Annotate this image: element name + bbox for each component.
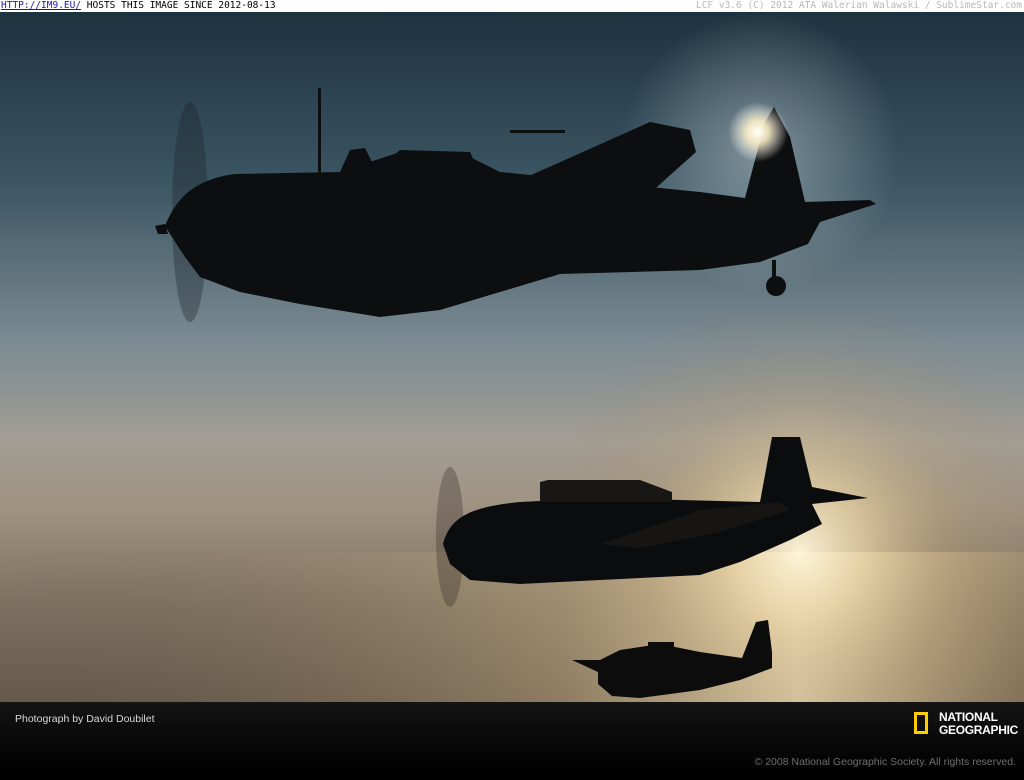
- hosting-bar: HTTP://IM9.EU/ HOSTS THIS IMAGE SINCE 20…: [0, 0, 1024, 12]
- sun-flare: [728, 102, 788, 162]
- hosting-text: HOSTS THIS IMAGE SINCE 2012-08-13: [81, 0, 276, 11]
- plane-large-tail-strut: [772, 260, 776, 282]
- copyright-notice: © 2008 National Geographic Society. All …: [754, 756, 1016, 768]
- plane-large-gun: [510, 130, 565, 133]
- photograph: [0, 12, 1024, 702]
- plane-large-antenna: [318, 88, 321, 174]
- logo-line-2: GEOGRAPHIC: [939, 723, 1019, 737]
- yellow-rectangle-icon: [914, 712, 928, 734]
- logo-text: NATIONAL GEOGRAPHIC: [939, 711, 1018, 737]
- hosting-link[interactable]: HTTP://IM9.EU/: [1, 0, 81, 11]
- aircraft-silhouettes-sunset: [0, 12, 1024, 702]
- hosting-bar-left: HTTP://IM9.EU/ HOSTS THIS IMAGE SINCE 20…: [1, 0, 276, 12]
- hosting-credit: LCF v3.6 (C) 2012 ATA Walerian Walawski …: [695, 0, 1022, 11]
- plane-small-canopy: [648, 642, 674, 648]
- page: HTTP://IM9.EU/ HOSTS THIS IMAGE SINCE 20…: [0, 0, 1024, 780]
- photo-credit: Photograph by David Doubilet: [15, 713, 155, 725]
- national-geographic-logo: NATIONAL GEOGRAPHIC: [914, 711, 1018, 741]
- caption-band: Photograph by David Doubilet NATIONAL GE…: [0, 702, 1024, 780]
